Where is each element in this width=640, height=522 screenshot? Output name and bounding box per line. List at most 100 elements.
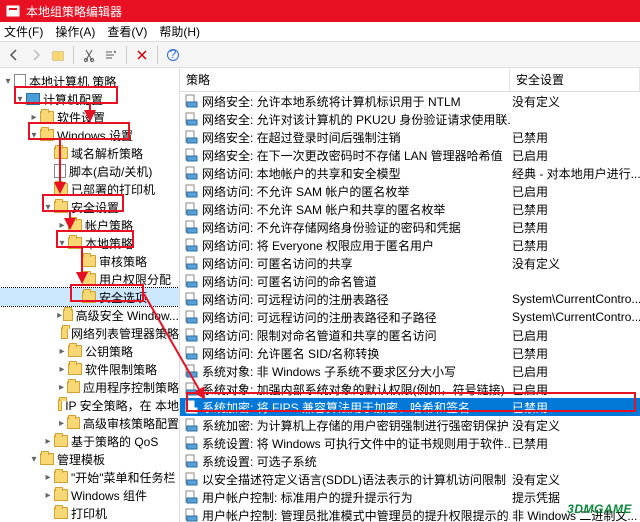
tree-computer-config[interactable]: ▾计算机配置 <box>0 90 179 108</box>
policy-icon <box>184 364 198 378</box>
list-row[interactable]: 系统对象: 加强内部系统对象的默认权限(例如，符号链接)已启用 <box>180 380 640 398</box>
policy-name: 系统设置: 将 Windows 可执行文件中的证书规则用于软件... <box>202 435 510 452</box>
list-row[interactable]: 网络访问: 不允许 SAM 帐户和共享的匿名枚举已禁用 <box>180 200 640 218</box>
col-setting[interactable]: 安全设置 <box>510 68 640 91</box>
tree-audit-policy[interactable]: 审核策略 <box>0 252 179 270</box>
list-row[interactable]: 网络访问: 可匿名访问的命名管道 <box>180 272 640 290</box>
tree-root[interactable]: ▾本地计算机 策略 <box>0 72 179 90</box>
policy-icon <box>184 454 198 468</box>
list-row[interactable]: 网络访问: 不允许存储网络身份验证的密码和凭据已禁用 <box>180 218 640 236</box>
help-button[interactable]: ? <box>163 45 183 65</box>
policy-name: 以安全描述符定义语言(SDDL)语法表示的计算机访问限制 <box>202 471 506 488</box>
tree-acp[interactable]: ▸应用程序控制策略 <box>0 378 179 396</box>
list-row[interactable]: 以安全描述符定义语言(SDDL)语法表示的计算机访问限制没有定义 <box>180 470 640 488</box>
folder-icon <box>54 201 68 213</box>
folder-icon <box>40 129 54 141</box>
policy-icon <box>184 472 198 486</box>
list-row[interactable]: 网络安全: 在下一次更改密码时不存储 LAN 管理器哈希值已启用 <box>180 146 640 164</box>
list-row[interactable]: 网络访问: 可匿名访问的共享没有定义 <box>180 254 640 272</box>
tree-aap[interactable]: ▸高级审核策略配置 <box>0 414 179 432</box>
policy-icon <box>184 292 198 306</box>
list-row[interactable]: 网络访问: 限制对命名管道和共享的匿名访问已启用 <box>180 326 640 344</box>
tree-admin-templates[interactable]: ▾管理模板 <box>0 450 179 468</box>
policy-setting: 已禁用 <box>510 201 640 218</box>
list-row[interactable]: 网络访问: 将 Everyone 权限应用于匿名用户已禁用 <box>180 236 640 254</box>
list-row[interactable]: 网络安全: 在超过登录时间后强制注销已禁用 <box>180 128 640 146</box>
list-row[interactable]: 网络访问: 不允许 SAM 帐户的匿名枚举已启用 <box>180 182 640 200</box>
list-row[interactable]: 系统设置: 可选子系统 <box>180 452 640 470</box>
policy-icon <box>184 130 198 144</box>
menu-bar: 文件(F) 操作(A) 查看(V) 帮助(H) <box>0 22 640 42</box>
tree-security-settings[interactable]: ▾安全设置 <box>0 198 179 216</box>
tree-pki[interactable]: ▸公钥策略 <box>0 342 179 360</box>
folder-icon <box>54 435 68 447</box>
tree-scripts[interactable]: 脚本(启动/关机) <box>0 162 179 180</box>
tree-win-components[interactable]: ▸Windows 组件 <box>0 486 179 504</box>
policy-name: 用户帐户控制: 管理员批准模式中管理员的提升权限提示的... <box>202 507 510 522</box>
policy-icon <box>184 148 198 162</box>
policy-setting: System\CurrentContro... <box>510 292 640 306</box>
policy-name: 网络安全: 允许本地系统将计算机标识用于 NTLM <box>202 93 461 110</box>
tree-qos[interactable]: ▸基于策略的 QoS <box>0 432 179 450</box>
folder-icon <box>61 327 68 339</box>
back-button[interactable] <box>4 45 24 65</box>
tree-wfw[interactable]: ▸高级安全 Window... <box>0 306 179 324</box>
policy-icon <box>184 346 198 360</box>
policy-name: 网络访问: 限制对命名管道和共享的匿名访问 <box>202 327 437 344</box>
policy-setting: 已启用 <box>510 381 640 398</box>
delete-button[interactable] <box>132 45 152 65</box>
list-row[interactable]: 系统加密: 将 FIPS 兼容算法用于加密、哈希和签名已禁用 <box>180 398 640 416</box>
up-button[interactable] <box>48 45 68 65</box>
list-row[interactable]: 系统对象: 非 Windows 子系统不要求区分大小写已启用 <box>180 362 640 380</box>
tree-name-resolution[interactable]: 域名解析策略 <box>0 144 179 162</box>
list-row[interactable]: 网络访问: 可远程访问的注册表路径System\CurrentContro... <box>180 290 640 308</box>
folder-icon <box>63 309 72 321</box>
list-pane[interactable]: 策略 安全设置 网络安全: 允许本地系统将计算机标识用于 NTLM没有定义网络安… <box>180 68 640 522</box>
tree-user-rights[interactable]: 用户权限分配 <box>0 270 179 288</box>
col-policy[interactable]: 策略 <box>180 68 510 91</box>
forward-button[interactable] <box>26 45 46 65</box>
tree-software-settings[interactable]: ▸软件设置 <box>0 108 179 126</box>
tree-windows-settings[interactable]: ▾Windows 设置 <box>0 126 179 144</box>
tree-ipsec[interactable]: IP 安全策略，在 本地 <box>0 396 179 414</box>
menu-action[interactable]: 操作(A) <box>55 23 95 40</box>
policy-icon <box>184 202 198 216</box>
menu-file[interactable]: 文件(F) <box>4 23 43 40</box>
menu-help[interactable]: 帮助(H) <box>159 23 200 40</box>
tree-pane[interactable]: ▾本地计算机 策略 ▾计算机配置 ▸软件设置 ▾Windows 设置 域名解析策… <box>0 68 180 522</box>
folder-icon <box>68 237 82 249</box>
cut-button[interactable] <box>79 45 99 65</box>
policy-icon <box>184 382 198 396</box>
policy-icon <box>184 184 198 198</box>
list-row[interactable]: 系统设置: 将 Windows 可执行文件中的证书规则用于软件...已禁用 <box>180 434 640 452</box>
folder-icon <box>67 417 80 429</box>
list-row[interactable]: 网络访问: 本地帐户的共享和安全模型 经典 - 对本地用户进行... <box>180 164 640 182</box>
tree-printers[interactable]: 打印机 <box>0 504 179 522</box>
list-row[interactable]: 网络安全: 允许对该计算机的 PKU2U 身份验证请求使用联... <box>180 110 640 128</box>
policy-setting: 经典 - 对本地用户进行... <box>510 165 640 182</box>
policy-setting: 已启用 <box>510 147 640 164</box>
tree-security-options[interactable]: 安全选项 <box>0 288 179 306</box>
list-row[interactable]: 网络安全: 允许本地系统将计算机标识用于 NTLM没有定义 <box>180 92 640 110</box>
policy-setting: 已禁用 <box>510 345 640 362</box>
policy-icon <box>184 238 198 252</box>
tree-start-menu[interactable]: ▸"开始"菜单和任务栏 <box>0 468 179 486</box>
folder-icon <box>54 147 68 159</box>
list-row[interactable]: 网络访问: 允许匿名 SID/名称转换 已禁用 <box>180 344 640 362</box>
list-row[interactable]: 网络访问: 可远程访问的注册表路径和子路径System\CurrentContr… <box>180 308 640 326</box>
tree-nlm[interactable]: 网络列表管理器策略 <box>0 324 179 342</box>
properties-button[interactable] <box>101 45 121 65</box>
menu-view[interactable]: 查看(V) <box>107 23 147 40</box>
policy-setting: System\CurrentContro... <box>510 310 640 324</box>
policy-icon <box>184 400 198 414</box>
policy-icon <box>184 112 198 126</box>
tree-srp[interactable]: ▸软件限制策略 <box>0 360 179 378</box>
policy-name: 网络访问: 允许匿名 SID/名称转换 <box>202 345 379 362</box>
tree-account-policies[interactable]: ▸帐户策略 <box>0 216 179 234</box>
policy-name: 网络安全: 允许对该计算机的 PKU2U 身份验证请求使用联... <box>202 111 510 128</box>
tree-local-policies[interactable]: ▾本地策略 <box>0 234 179 252</box>
policy-name: 网络访问: 本地帐户的共享和安全模型 <box>202 165 401 182</box>
policy-name: 网络访问: 可匿名访问的共享 <box>202 255 353 272</box>
tree-deployed-printers[interactable]: 已部署的打印机 <box>0 180 179 198</box>
list-row[interactable]: 系统加密: 为计算机上存储的用户密钥强制进行强密钥保护没有定义 <box>180 416 640 434</box>
